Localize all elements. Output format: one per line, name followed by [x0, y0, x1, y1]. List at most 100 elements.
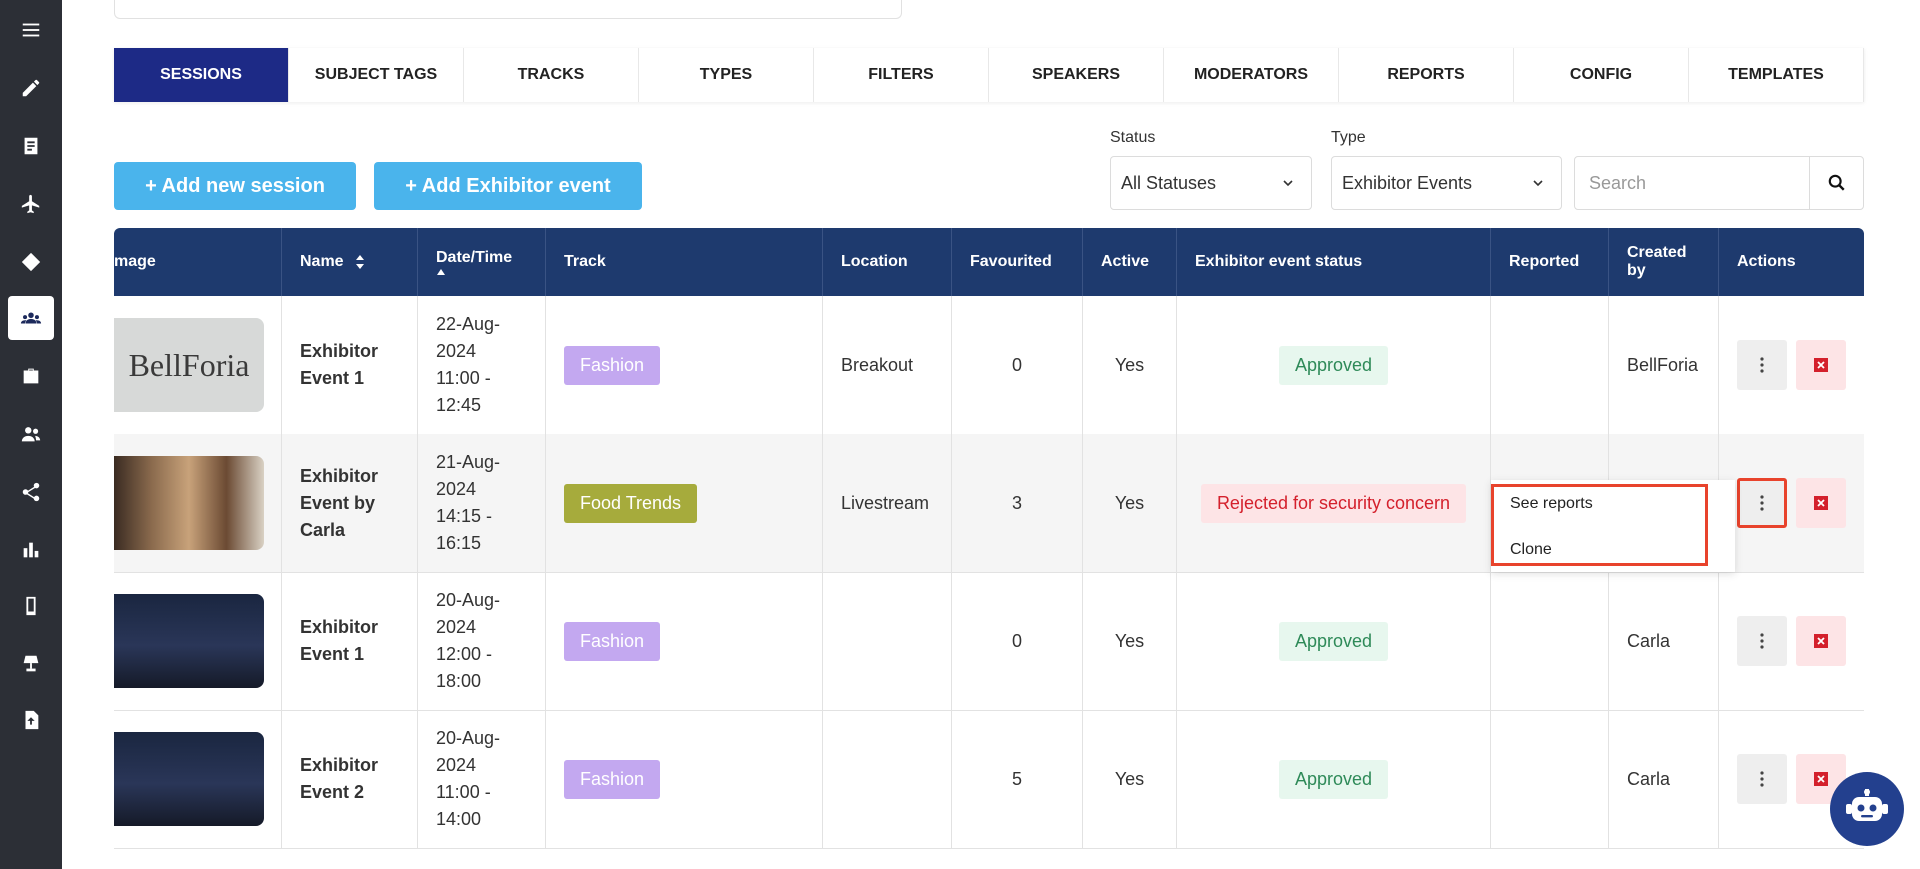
more-actions-button[interactable] — [1737, 340, 1787, 390]
menu-item-see-reports[interactable]: See reports — [1510, 495, 1593, 513]
search-icon — [1828, 174, 1845, 191]
status-select[interactable]: All Statuses — [1110, 156, 1312, 210]
exhibitor-status-cell: Rejected for security concern — [1177, 434, 1491, 572]
tab-tracks[interactable]: TRACKS — [464, 48, 639, 102]
created-by-cell: Carla — [1609, 572, 1719, 710]
airplane-icon[interactable] — [8, 182, 54, 226]
thumbnail-logo-text: BellForia — [128, 346, 250, 383]
tab-filters[interactable]: FILTERS — [814, 48, 989, 102]
mobile-icon[interactable] — [8, 584, 54, 628]
tab-moderators[interactable]: MODERATORS — [1164, 48, 1339, 102]
sessions-group-icon[interactable] — [8, 296, 54, 340]
document-icon[interactable] — [8, 124, 54, 168]
track-tag: Fashion — [564, 621, 661, 661]
exhibitor-status-cell: Approved — [1177, 572, 1491, 710]
context-menu: See reports Clone — [1491, 484, 1708, 566]
session-thumbnail: BellForia — [114, 318, 264, 412]
search-button[interactable] — [1809, 156, 1864, 210]
reported-cell — [1491, 296, 1609, 434]
lamp-icon[interactable] — [8, 642, 54, 686]
favourited-cell: 5 — [952, 710, 1083, 848]
robot-icon — [1846, 789, 1888, 821]
session-name: Exhibitor Event by Carla — [300, 465, 379, 540]
tab-config[interactable]: CONFIG — [1514, 48, 1689, 102]
col-name[interactable]: Name — [282, 228, 418, 296]
type-select-value: Exhibitor Events — [1342, 172, 1473, 193]
share-icon[interactable] — [8, 470, 54, 514]
session-date: 22-Aug-2024 — [436, 314, 501, 361]
col-reported: Reported — [1491, 228, 1609, 296]
image-cell: BellForia — [114, 296, 282, 434]
type-select[interactable]: Exhibitor Events — [1331, 156, 1562, 210]
exhibitor-status-cell: Approved — [1177, 296, 1491, 434]
menu-icon[interactable] — [8, 8, 54, 52]
status-select-value: All Statuses — [1121, 172, 1217, 193]
track-cell: Fashion — [546, 296, 823, 434]
tag-icon[interactable] — [8, 240, 54, 284]
name-cell: Exhibitor Event by Carla — [282, 434, 418, 572]
search-input[interactable] — [1574, 156, 1810, 210]
tab-templates[interactable]: TEMPLATES — [1689, 48, 1864, 102]
favourited-cell: 0 — [952, 296, 1083, 434]
delete-button[interactable] — [1796, 616, 1846, 666]
col-datetime[interactable]: Date/Time — [418, 228, 546, 296]
table-row — [114, 848, 1864, 869]
col-image: mage — [114, 228, 282, 296]
briefcase-icon[interactable] — [8, 354, 54, 398]
tab-speakers[interactable]: SPEAKERS — [989, 48, 1164, 102]
sidebar — [0, 0, 62, 869]
people-icon[interactable] — [8, 412, 54, 456]
name-cell: Exhibitor Event 1 — [282, 296, 418, 434]
active-cell: Yes — [1083, 572, 1177, 710]
chevron-down-icon — [1283, 180, 1293, 187]
reported-cell — [1491, 572, 1609, 710]
status-badge: Approved — [1278, 759, 1389, 799]
status-badge: Approved — [1278, 345, 1389, 385]
tab-sessions[interactable]: SESSIONS — [114, 48, 289, 102]
col-datetime-label: Date/Time — [436, 249, 513, 266]
session-time: 12:00 - 18:00 — [436, 644, 493, 691]
tab-types[interactable]: TYPES — [639, 48, 814, 102]
session-thumbnail — [114, 732, 264, 826]
session-date: 20-Aug-2024 — [436, 590, 501, 637]
status-badge: Rejected for security concern — [1200, 483, 1467, 523]
more-actions-button[interactable] — [1737, 754, 1787, 804]
add-exhibitor-event-button[interactable]: + Add Exhibitor event — [374, 162, 642, 210]
tab-reports[interactable]: REPORTS — [1339, 48, 1514, 102]
track-cell: Fashion — [546, 710, 823, 848]
menu-item-clone[interactable]: Clone — [1510, 541, 1552, 559]
tab-bar: SESSIONS SUBJECT TAGS TRACKS TYPES FILTE… — [114, 48, 1864, 102]
kebab-icon — [1760, 495, 1764, 511]
actions-cell — [1719, 434, 1864, 572]
add-new-session-button[interactable]: + Add new session — [114, 162, 356, 210]
col-active: Active — [1083, 228, 1177, 296]
upload-file-icon[interactable] — [8, 698, 54, 742]
chatbot-button[interactable] — [1830, 772, 1904, 846]
col-location: Location — [823, 228, 952, 296]
more-actions-button[interactable] — [1737, 478, 1787, 528]
session-time: 11:00 - 14:00 — [436, 782, 491, 829]
active-cell: Yes — [1083, 710, 1177, 848]
table-row: BellForia Exhibitor Event 1 22-Aug-2024 … — [114, 296, 1864, 435]
session-time: 11:00 - 12:45 — [436, 368, 491, 415]
col-created-by: Created by — [1609, 228, 1719, 296]
name-cell: Exhibitor Event 1 — [282, 572, 418, 710]
kebab-icon — [1760, 633, 1764, 649]
datetime-cell: 20-Aug-2024 11:00 - 14:00 — [418, 710, 546, 848]
bar-chart-icon[interactable] — [8, 528, 54, 572]
delete-icon — [1814, 634, 1828, 648]
created-by-cell: BellForia — [1609, 296, 1719, 434]
delete-button[interactable] — [1796, 478, 1846, 528]
status-badge: Approved — [1278, 621, 1389, 661]
col-track: Track — [546, 228, 823, 296]
created-by-cell: Carla — [1609, 710, 1719, 848]
reported-cell — [1491, 710, 1609, 848]
more-actions-button[interactable] — [1737, 616, 1787, 666]
top-panel — [114, 0, 902, 19]
datetime-cell: 22-Aug-2024 11:00 - 12:45 — [418, 296, 546, 434]
tab-subject-tags[interactable]: SUBJECT TAGS — [289, 48, 464, 102]
pencil-icon[interactable] — [8, 66, 54, 110]
delete-button[interactable] — [1796, 340, 1846, 390]
session-thumbnail — [114, 456, 264, 550]
delete-icon — [1814, 496, 1828, 510]
